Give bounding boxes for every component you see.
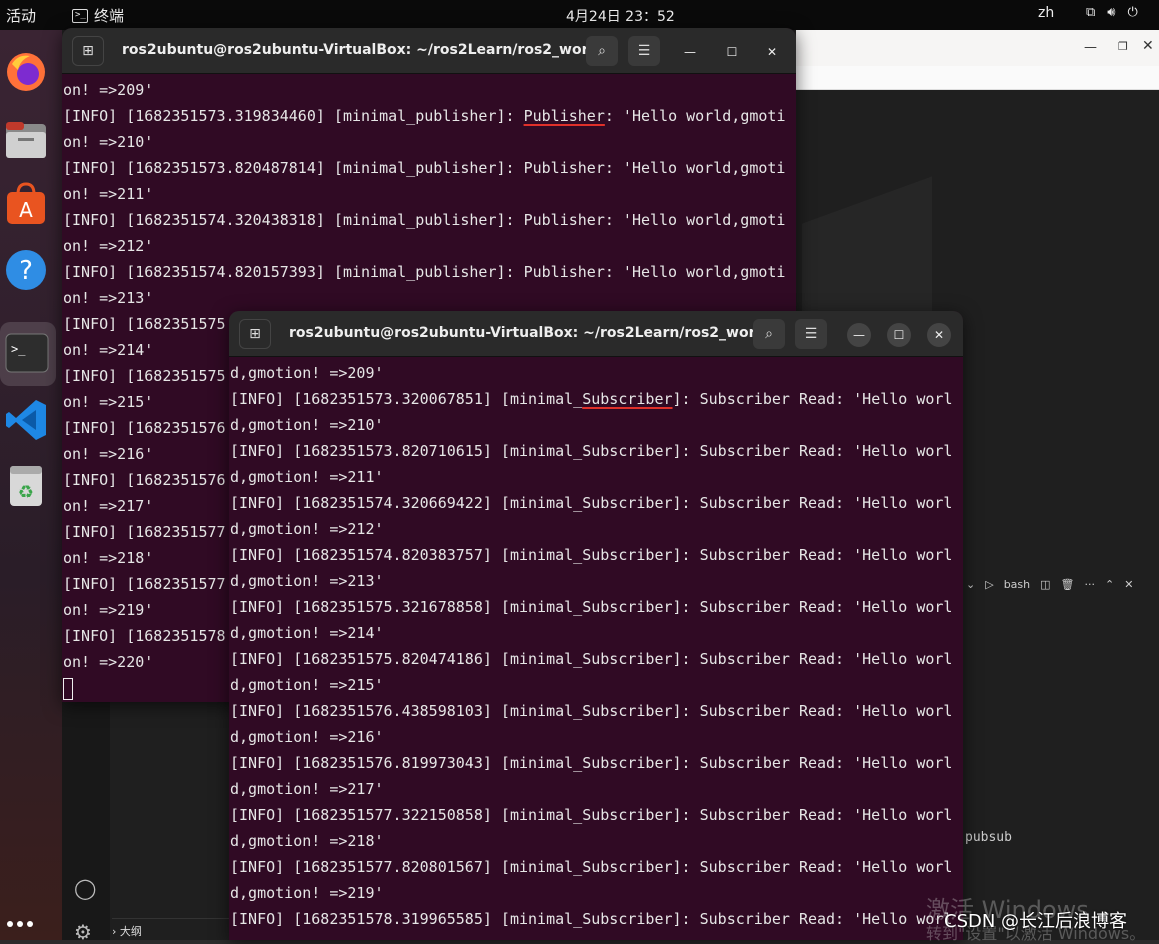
network-icon: ⧉ bbox=[1086, 5, 1096, 20]
hamburger-icon: ☰ bbox=[804, 326, 818, 342]
terminal-line: [INFO] [1682351577.322150858] [minimal_S… bbox=[230, 806, 953, 824]
clock[interactable]: 4月24日 23：52 bbox=[566, 6, 675, 26]
terminal-icon[interactable]: >_ bbox=[0, 322, 56, 386]
vscode-icon[interactable] bbox=[4, 398, 48, 442]
maximize-button[interactable]: ☐ bbox=[887, 323, 911, 347]
trash-icon[interactable]: ♻ bbox=[4, 464, 48, 508]
terminal-line: [INFO] [1682351573.319834460] [minimal_p… bbox=[63, 107, 786, 125]
terminal-line: on! =>209' bbox=[63, 81, 154, 99]
app-center-icon[interactable]: A bbox=[4, 182, 48, 226]
terminal-line: d,gmotion! =>210' bbox=[230, 416, 384, 434]
chevron-right-icon: › bbox=[112, 925, 117, 938]
terminal-panel-toolbar: ⌄ ▷ bash ◫ 🗑︎ ··· ⌃ ✕ bbox=[962, 570, 1159, 598]
svg-text:?: ? bbox=[19, 256, 33, 286]
terminal-line: [INFO] [1682351575.820474186] [minimal_S… bbox=[230, 650, 953, 668]
hamburger-icon: ☰ bbox=[637, 43, 651, 59]
split-icon[interactable]: ◫ bbox=[1040, 578, 1050, 591]
terminal-line: [INFO] [1682351575.321678858] [minimal_S… bbox=[230, 598, 953, 616]
input-language[interactable]: zh bbox=[1038, 5, 1054, 21]
terminal-icon[interactable]: ▷ bbox=[985, 578, 993, 591]
editor-titlebar: — ❐ ✕ bbox=[796, 30, 1159, 66]
minimize-button[interactable]: — bbox=[678, 40, 702, 64]
svg-text:♻: ♻ bbox=[18, 482, 34, 503]
subscriber-terminal-window[interactable]: ⊞ ros2ubuntu@ros2ubuntu-VirtualBox: ~/ro… bbox=[229, 311, 963, 940]
csdn-watermark: CSDN @长江后浪博客 bbox=[944, 911, 1128, 932]
terminal-line: on! =>212' bbox=[63, 237, 154, 255]
terminal-line: [INFO] [1682351576.438598103] [minimal_S… bbox=[230, 702, 953, 720]
terminal-line: [INFO] [1682351574.320438318] [minimal_p… bbox=[63, 211, 786, 229]
terminal-text: pubsub bbox=[965, 830, 1012, 845]
chevron-up-icon[interactable]: ⌃ bbox=[1105, 578, 1114, 591]
terminal-line: d,gmotion! =>214' bbox=[230, 624, 384, 642]
terminal-line: [INFO] [1682351573.320067851] [minimal_S… bbox=[230, 390, 953, 408]
system-tray[interactable]: ⧉ 🔊︎ ⏻ bbox=[1086, 5, 1138, 20]
terminal-headerbar: ⊞ ros2ubuntu@ros2ubuntu-VirtualBox: ~/ro… bbox=[229, 311, 963, 357]
terminal-line: [INFO] [1682351573.820487814] [minimal_p… bbox=[63, 159, 786, 177]
more-icon[interactable]: ··· bbox=[1085, 578, 1096, 591]
activities-button[interactable]: 活动 bbox=[6, 5, 36, 26]
search-button[interactable]: ⌕ bbox=[586, 36, 618, 66]
terminal-line: d,gmotion! =>219' bbox=[230, 884, 384, 902]
menu-button[interactable]: ☰ bbox=[628, 36, 660, 66]
top-bar: 活动 >_ 终端 4月24日 23：52 zh ⧉ 🔊︎ ⏻ bbox=[0, 0, 1159, 30]
terminal-line: on! =>210' bbox=[63, 133, 154, 151]
activity-bar: ◯ ⚙ bbox=[62, 670, 110, 944]
help-icon[interactable]: ? bbox=[4, 248, 48, 292]
terminal-output[interactable]: d,gmotion! =>209' [INFO] [1682351573.3200… bbox=[229, 357, 963, 932]
minimize-icon[interactable]: — bbox=[1084, 40, 1097, 55]
firefox-icon[interactable] bbox=[4, 50, 48, 94]
window-title: ros2ubuntu@ros2ubuntu-VirtualBox: ~/ros2… bbox=[289, 325, 781, 341]
app-menu[interactable]: >_ 终端 bbox=[72, 5, 124, 26]
gear-icon[interactable]: ⚙ bbox=[74, 920, 92, 944]
menu-button[interactable]: ☰ bbox=[795, 319, 827, 349]
terminal-line: [INFO] [1682351573.820710615] [minimal_S… bbox=[230, 442, 953, 460]
new-tab-button[interactable]: ⊞ bbox=[239, 319, 271, 349]
close-button[interactable]: ✕ bbox=[760, 40, 784, 64]
terminal-line: d,gmotion! =>215' bbox=[230, 676, 384, 694]
terminal-icon: >_ bbox=[72, 8, 88, 23]
chevron-down-icon[interactable]: ⌄ bbox=[966, 578, 975, 591]
app-menu-label: 终端 bbox=[94, 7, 125, 25]
svg-text:A: A bbox=[19, 198, 33, 222]
search-icon: ⌕ bbox=[598, 43, 606, 59]
editor-menubar bbox=[796, 66, 1159, 90]
restore-icon[interactable]: ❐ bbox=[1118, 40, 1128, 53]
terminal-headerbar: ⊞ ros2ubuntu@ros2ubuntu-VirtualBox: ~/ro… bbox=[62, 28, 796, 74]
power-icon: ⏻ bbox=[1127, 5, 1138, 20]
search-icon: ⌕ bbox=[765, 326, 773, 342]
delete-icon[interactable]: 🗑︎ bbox=[1061, 578, 1075, 591]
terminal-line: on! =>211' bbox=[63, 185, 154, 203]
new-tab-button[interactable]: ⊞ bbox=[72, 36, 104, 66]
terminal-line: d,gmotion! =>216' bbox=[230, 728, 384, 746]
window-title: ros2ubuntu@ros2ubuntu-VirtualBox: ~/ros2… bbox=[122, 42, 614, 58]
close-button[interactable]: ✕ bbox=[927, 323, 951, 347]
terminal-line: d,gmotion! =>217' bbox=[230, 780, 384, 798]
close-icon[interactable]: ✕ bbox=[1142, 38, 1154, 54]
maximize-button[interactable]: ☐ bbox=[720, 40, 744, 64]
outline-label: 大纲 bbox=[119, 925, 142, 938]
svg-text:>_: >_ bbox=[11, 342, 26, 356]
files-icon[interactable] bbox=[4, 118, 48, 162]
terminal-line: d,gmotion! =>213' bbox=[230, 572, 384, 590]
panel-shell-label[interactable]: bash bbox=[1004, 578, 1030, 591]
terminal-line: [INFO] [1682351574.320669422] [minimal_S… bbox=[230, 494, 953, 512]
volume-icon: 🔊︎ bbox=[1107, 5, 1116, 20]
terminal-line: d,gmotion! =>212' bbox=[230, 520, 384, 538]
terminal-line: [INFO] [1682351578.319965585] [minimal_S… bbox=[230, 910, 953, 928]
terminal-line: d,gmotion! =>209' bbox=[230, 364, 384, 382]
terminal-line: [INFO] [1682351576.819973043] [minimal_S… bbox=[230, 754, 953, 772]
search-button[interactable]: ⌕ bbox=[753, 319, 785, 349]
terminal-line: on! =>213' bbox=[63, 289, 154, 307]
terminal-line: [INFO] [1682351574.820157393] [minimal_p… bbox=[63, 263, 786, 281]
terminal-line: d,gmotion! =>211' bbox=[230, 468, 384, 486]
account-icon[interactable]: ◯ bbox=[74, 876, 96, 900]
terminal-line: [INFO] [1682351577.820801567] [minimal_S… bbox=[230, 858, 953, 876]
dock: A ? >_ ♻ bbox=[0, 30, 62, 940]
apps-grid-icon[interactable] bbox=[4, 914, 48, 934]
close-icon[interactable]: ✕ bbox=[1124, 578, 1133, 591]
terminal-line: d,gmotion! =>218' bbox=[230, 832, 384, 850]
terminal-line: [INFO] [1682351574.820383757] [minimal_S… bbox=[230, 546, 953, 564]
minimize-button[interactable]: — bbox=[847, 323, 871, 347]
